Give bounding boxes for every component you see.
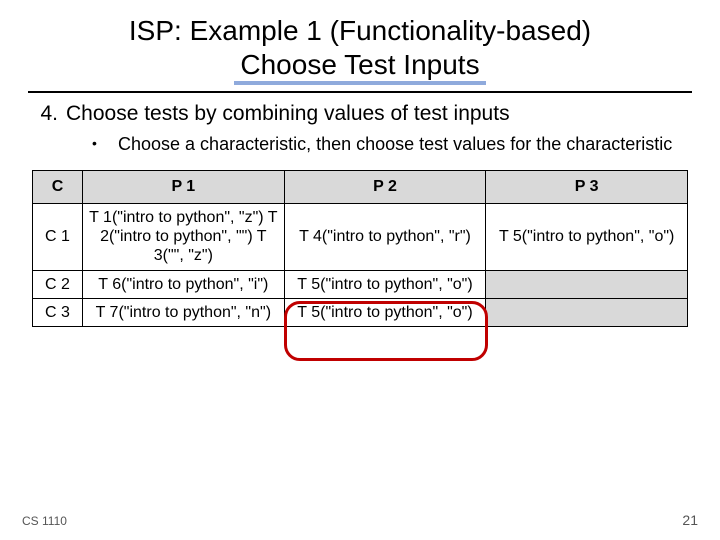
th-p3: P 3	[486, 170, 688, 203]
footer-page: 21	[682, 512, 698, 528]
footer-course: CS 1110	[22, 514, 67, 528]
test-table: C P 1 P 2 P 3 C 1 T 1("intro to python",…	[32, 170, 688, 327]
cell-shaded	[486, 298, 688, 326]
cell: T 7("intro to python", "n")	[83, 298, 285, 326]
body: 4. Choose tests by combining values of t…	[32, 101, 688, 327]
th-p1: P 1	[83, 170, 285, 203]
cell: T 4("intro to python", "r")	[284, 203, 486, 270]
table-row: C 1 T 1("intro to python", "z") T 2("int…	[33, 203, 688, 270]
bullet-text: Choose a characteristic, then choose tes…	[118, 133, 672, 156]
table-header-row: C P 1 P 2 P 3	[33, 170, 688, 203]
step-4: 4. Choose tests by combining values of t…	[32, 101, 688, 127]
title-underline	[28, 91, 692, 93]
slide-title: ISP: Example 1 (Functionality-based) Cho…	[28, 14, 692, 87]
th-p2: P 2	[284, 170, 486, 203]
title-line1: ISP: Example 1 (Functionality-based)	[28, 14, 692, 48]
bullet-dot-icon: •	[92, 133, 118, 156]
cell: T 5("intro to python", "o")	[284, 270, 486, 298]
slide: ISP: Example 1 (Functionality-based) Cho…	[0, 0, 720, 540]
step-4-number: 4.	[32, 101, 66, 127]
cell: T 1("intro to python", "z") T 2("intro t…	[83, 203, 285, 270]
cell: T 5("intro to python", "o")	[486, 203, 688, 270]
step-4-bullet: • Choose a characteristic, then choose t…	[92, 133, 688, 156]
row-label: C 3	[33, 298, 83, 326]
row-label: C 1	[33, 203, 83, 270]
row-label: C 2	[33, 270, 83, 298]
th-c: C	[33, 170, 83, 203]
cell: T 6("intro to python", "i")	[83, 270, 285, 298]
title-line2: Choose Test Inputs	[234, 48, 485, 86]
cell-shaded	[486, 270, 688, 298]
cell: T 5("intro to python", "o")	[284, 298, 486, 326]
table-row: C 2 T 6("intro to python", "i") T 5("int…	[33, 270, 688, 298]
table-row: C 3 T 7("intro to python", "n") T 5("int…	[33, 298, 688, 326]
step-4-text: Choose tests by combining values of test…	[66, 101, 510, 127]
